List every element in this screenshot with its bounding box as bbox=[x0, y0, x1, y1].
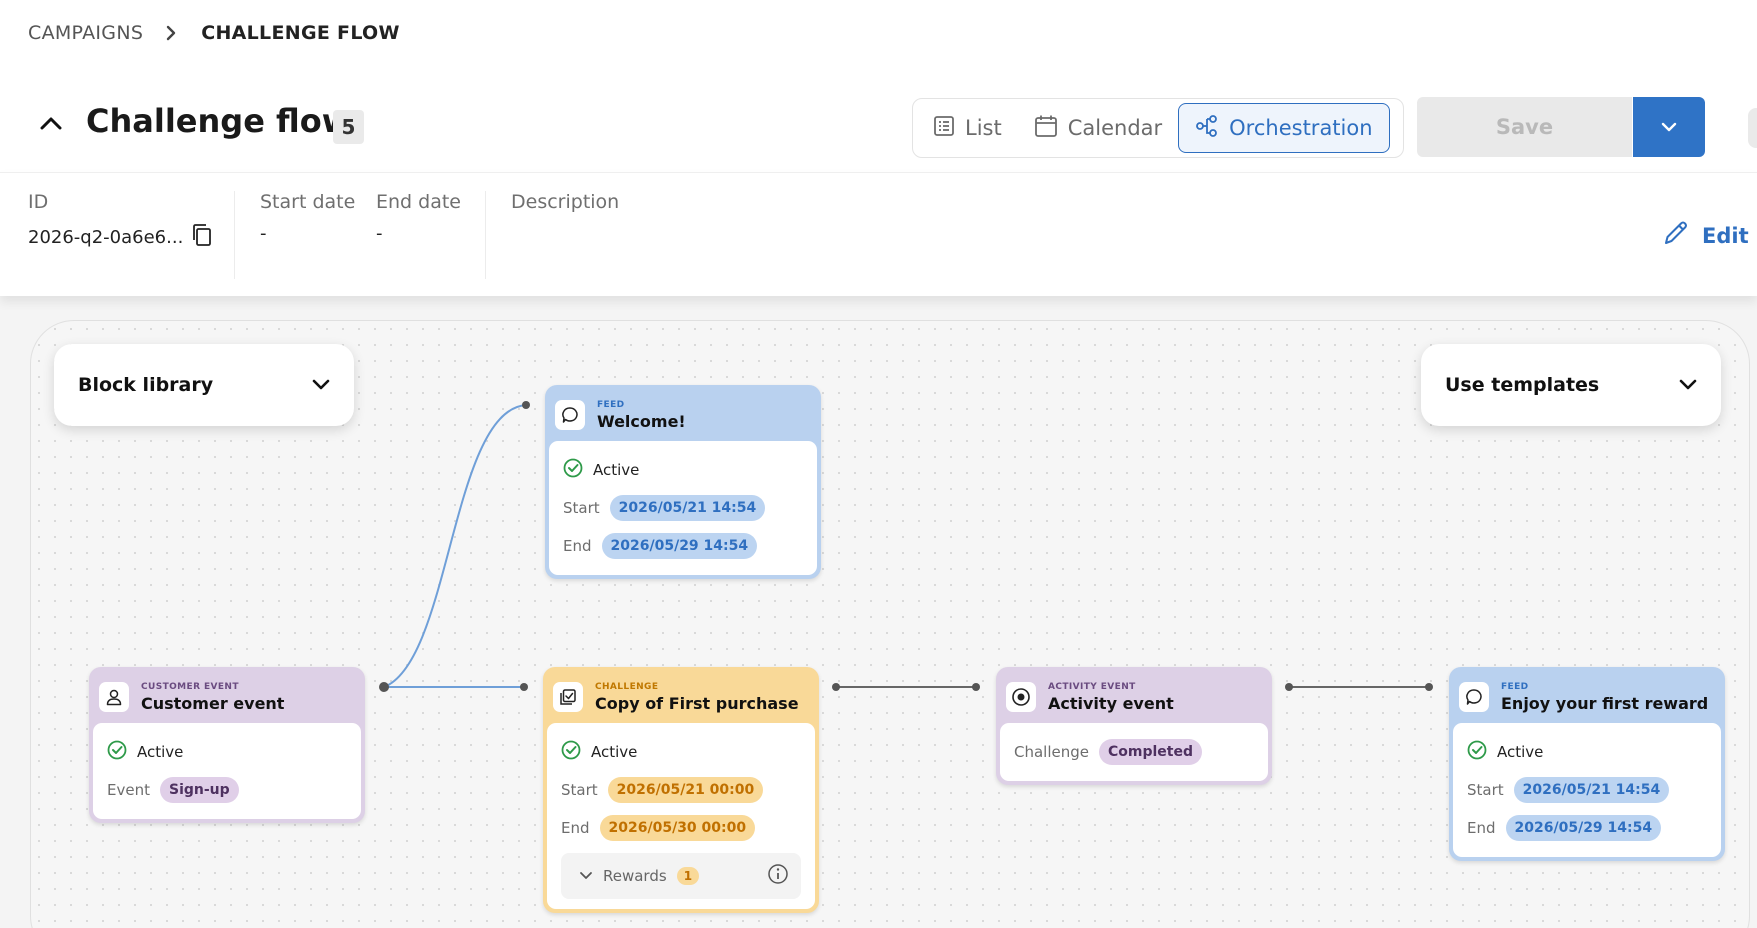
info-icon[interactable] bbox=[767, 863, 789, 889]
start-date-chip: 2026/05/21 14:54 bbox=[1513, 777, 1670, 803]
node-kind: CHALLENGE bbox=[595, 681, 659, 692]
id-section: ID 2026-q2-0a6e6... bbox=[28, 191, 213, 252]
node-kind: CUSTOMER EVENT bbox=[141, 681, 239, 692]
rewards-count-badge: 1 bbox=[676, 867, 700, 885]
chevron-down-icon bbox=[312, 374, 330, 396]
start-date-label: Start date bbox=[260, 191, 356, 213]
node-name: Enjoy your first reward bbox=[1501, 693, 1709, 713]
list-icon bbox=[933, 115, 955, 142]
start-date-chip: 2026/05/21 00:00 bbox=[607, 777, 764, 803]
chevron-right-icon bbox=[165, 23, 179, 43]
start-label: Start bbox=[561, 781, 598, 799]
breadcrumb-campaigns-link[interactable]: CAMPAIGNS bbox=[28, 22, 143, 44]
chevron-down-icon bbox=[1660, 118, 1678, 137]
end-date-chip: 2026/05/30 00:00 bbox=[599, 815, 756, 841]
edit-label: Edit bbox=[1702, 223, 1749, 248]
copy-icon[interactable] bbox=[191, 223, 213, 252]
node-challenge[interactable]: CHALLENGE Copy of First purchase Active … bbox=[543, 667, 819, 913]
challenge-checklist-icon bbox=[553, 682, 583, 712]
block-library-dropdown[interactable]: Block library bbox=[54, 344, 354, 426]
orchestration-area: Block library Use templates FEED Welcome… bbox=[0, 296, 1757, 928]
chevron-up-icon[interactable] bbox=[36, 108, 66, 138]
challenge-state-chip: Completed bbox=[1099, 739, 1203, 765]
user-icon bbox=[99, 682, 129, 712]
description-section: Description bbox=[511, 191, 619, 213]
chevron-down-icon bbox=[1679, 374, 1697, 396]
node-status: Active bbox=[591, 743, 638, 761]
node-name: Activity event bbox=[1048, 693, 1174, 713]
orchestration-icon bbox=[1195, 114, 1219, 143]
rewards-expander[interactable]: Rewards 1 bbox=[561, 853, 801, 899]
view-switcher: List Calendar Orchestration bbox=[912, 98, 1404, 158]
use-templates-label: Use templates bbox=[1445, 374, 1600, 396]
divider bbox=[234, 191, 235, 279]
edit-button[interactable]: Edit bbox=[1662, 219, 1749, 252]
event-label: Event bbox=[107, 781, 150, 799]
block-library-label: Block library bbox=[78, 374, 214, 396]
node-kind: ACTIVITY EVENT bbox=[1048, 681, 1136, 692]
start-label: Start bbox=[563, 499, 600, 517]
check-circle-icon bbox=[107, 740, 127, 764]
save-button[interactable]: Save bbox=[1417, 97, 1632, 157]
start-date-value: - bbox=[260, 223, 267, 244]
view-list-button[interactable]: List bbox=[917, 103, 1018, 153]
id-value: 2026-q2-0a6e6... bbox=[28, 227, 184, 248]
node-activity-event[interactable]: ACTIVITY EVENT Activity event Challenge … bbox=[996, 667, 1272, 785]
end-label: End bbox=[1467, 819, 1496, 837]
end-date-label: End date bbox=[376, 191, 461, 213]
end-date-chip: 2026/05/29 14:54 bbox=[601, 533, 758, 559]
view-orchestration-button[interactable]: Orchestration bbox=[1178, 103, 1390, 153]
node-feed-welcome[interactable]: FEED Welcome! Active Start 2026/05/21 14… bbox=[545, 385, 821, 579]
overflow-panel-edge[interactable] bbox=[1748, 108, 1757, 148]
breadcrumb-current: CHALLENGE FLOW bbox=[201, 22, 400, 44]
event-chip: Sign-up bbox=[159, 777, 239, 803]
start-label: Start bbox=[1467, 781, 1504, 799]
check-circle-icon bbox=[561, 740, 581, 764]
node-name: Copy of First purchase bbox=[595, 693, 799, 713]
node-name: Customer event bbox=[141, 693, 285, 713]
check-circle-icon bbox=[563, 458, 583, 482]
check-circle-icon bbox=[1467, 740, 1487, 764]
node-status: Active bbox=[1497, 743, 1544, 761]
chevron-down-icon bbox=[579, 867, 593, 885]
page-title: Challenge flow bbox=[86, 102, 352, 140]
id-label: ID bbox=[28, 191, 49, 213]
end-date-section: End date - bbox=[376, 191, 461, 244]
rewards-label: Rewards bbox=[603, 867, 667, 885]
node-feed-reward[interactable]: FEED Enjoy your first reward Active Star… bbox=[1449, 667, 1725, 861]
pencil-icon bbox=[1662, 219, 1690, 252]
chat-bubble-icon bbox=[1459, 682, 1489, 712]
node-name: Welcome! bbox=[597, 411, 686, 431]
end-date-chip: 2026/05/29 14:54 bbox=[1505, 815, 1662, 841]
target-icon bbox=[1006, 682, 1036, 712]
count-badge: 5 bbox=[333, 110, 364, 144]
save-options-button[interactable] bbox=[1633, 97, 1705, 157]
node-customer-event[interactable]: CUSTOMER EVENT Customer event Active Eve… bbox=[89, 667, 365, 823]
end-label: End bbox=[563, 537, 592, 555]
use-templates-dropdown[interactable]: Use templates bbox=[1421, 344, 1721, 426]
chat-bubble-icon bbox=[555, 400, 585, 430]
page-header: Challenge flow 5 List Calendar Orchestra… bbox=[0, 84, 1757, 172]
start-date-chip: 2026/05/21 14:54 bbox=[609, 495, 766, 521]
start-date-section: Start date - bbox=[260, 191, 355, 244]
node-status: Active bbox=[593, 461, 640, 479]
breadcrumb: CAMPAIGNS CHALLENGE FLOW bbox=[28, 22, 400, 44]
view-calendar-button[interactable]: Calendar bbox=[1018, 103, 1178, 153]
view-calendar-label: Calendar bbox=[1067, 116, 1163, 140]
orchestration-canvas[interactable]: Block library Use templates FEED Welcome… bbox=[30, 320, 1750, 928]
challenge-label: Challenge bbox=[1014, 743, 1089, 761]
node-status: Active bbox=[137, 743, 184, 761]
campaign-info-bar: ID 2026-q2-0a6e6... Start date - End dat… bbox=[0, 172, 1757, 296]
calendar-icon bbox=[1034, 114, 1058, 143]
node-kind: FEED bbox=[1501, 681, 1529, 692]
end-date-value: - bbox=[376, 223, 383, 244]
divider bbox=[485, 191, 486, 279]
description-label: Description bbox=[511, 191, 620, 213]
view-orchestration-label: Orchestration bbox=[1229, 116, 1373, 140]
view-list-label: List bbox=[965, 116, 1002, 140]
end-label: End bbox=[561, 819, 590, 837]
node-kind: FEED bbox=[597, 399, 625, 410]
